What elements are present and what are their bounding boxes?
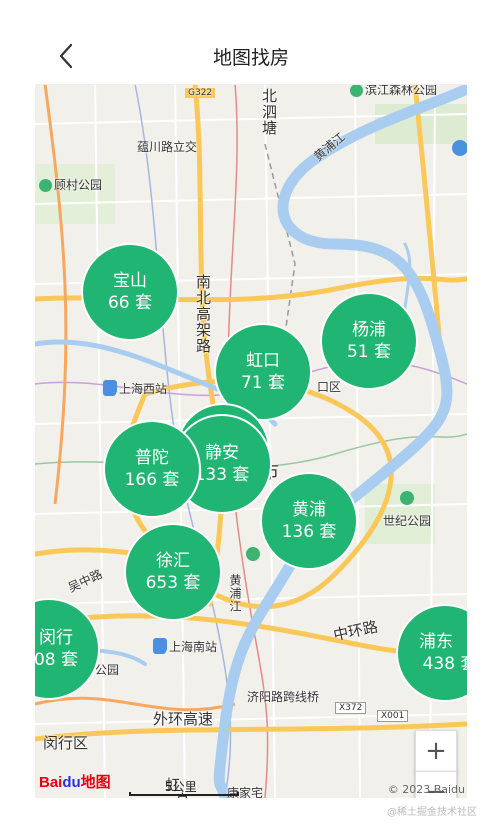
navigation-bar: 地图找房 <box>35 28 467 85</box>
place-label-minhang-district: 闵行区 <box>43 734 89 752</box>
watermark: @稀土掘金技术社区 <box>387 807 477 818</box>
district-count: 66 套 <box>107 293 153 313</box>
district-name: 闵行 <box>39 628 73 648</box>
district-name: 浦东 <box>419 632 453 652</box>
district-count: 653 套 <box>145 573 201 593</box>
district-name: 徐汇 <box>156 551 190 571</box>
district-count: 166 套 <box>124 470 180 490</box>
district-name: 宝山 <box>113 271 147 291</box>
district-name: 静安 <box>205 443 239 463</box>
park-icon <box>350 84 363 97</box>
place-label-jiyang-bridge: 济阳路跨线桥 <box>247 690 320 704</box>
map-view[interactable]: G322 北泗塘 滨江森林公园 蕴川路立交 黄浦江 顾村公园 南北高架路 上海西… <box>35 84 467 798</box>
baidu-map-logo: Baidu地图 <box>39 774 111 791</box>
road-label-waihuan: 外环高速 <box>153 710 214 728</box>
district-bubble-putuo[interactable]: 普陀 166 套 <box>103 420 201 518</box>
place-label-gucun-park: 顾村公园 <box>39 176 102 193</box>
district-bubble-yangpu[interactable]: 杨浦 51 套 <box>320 292 418 390</box>
zoom-in-button[interactable]: + <box>415 730 457 772</box>
station-label-shanghai-south: 上海南站 <box>153 638 217 655</box>
place-label-kouqu: 口区 <box>317 380 342 394</box>
district-name: 普陀 <box>135 448 169 468</box>
district-name: 黄浦 <box>292 500 326 520</box>
phone-screen: 地图找房 G322 北泗塘 滨江森林公园 蕴川路立交 黄浦江 顾村公园 南北高架… <box>35 28 467 798</box>
district-bubble-huangpu[interactable]: 黄浦 136 套 <box>260 472 358 570</box>
station-label-shanghai-west: 上海西站 <box>103 380 167 397</box>
river-label-huangpu-south: 黄浦江 <box>228 574 242 613</box>
district-bubble-baoshan[interactable]: 宝山 66 套 <box>81 243 179 341</box>
road-shield-x001: X001 <box>377 710 409 722</box>
district-count: 51 套 <box>346 342 392 362</box>
map-copyright: © 2023 Baidu <box>387 783 465 796</box>
place-label-binjiang-park: 滨江森林公园 <box>350 84 437 98</box>
train-station-icon <box>153 641 166 654</box>
district-count: 08 套 <box>35 650 79 670</box>
road-shield-g322: G322 <box>185 88 216 98</box>
district-count: 136 套 <box>281 522 337 542</box>
scale-bar <box>129 792 239 796</box>
district-count: 133 套 <box>194 465 250 485</box>
district-count: 71 套 <box>240 373 286 393</box>
page-title: 地图找房 <box>212 46 289 69</box>
road-shield-x372: X372 <box>335 702 367 714</box>
park-icon <box>39 179 52 192</box>
place-label-beisitang: 北泗塘 <box>260 88 278 136</box>
place-label-century-park: 世纪公园 <box>383 514 432 528</box>
district-name: 虹口 <box>246 351 280 371</box>
road-label-nanbei-elevated: 南北高架路 <box>194 274 212 354</box>
district-bubble-xuhui[interactable]: 徐汇 653 套 <box>124 523 222 621</box>
district-count: 438 套 <box>422 654 467 674</box>
place-label-yunchuan: 蕴川路立交 <box>137 140 198 154</box>
district-name: 杨浦 <box>352 320 386 340</box>
train-station-icon <box>103 383 116 396</box>
